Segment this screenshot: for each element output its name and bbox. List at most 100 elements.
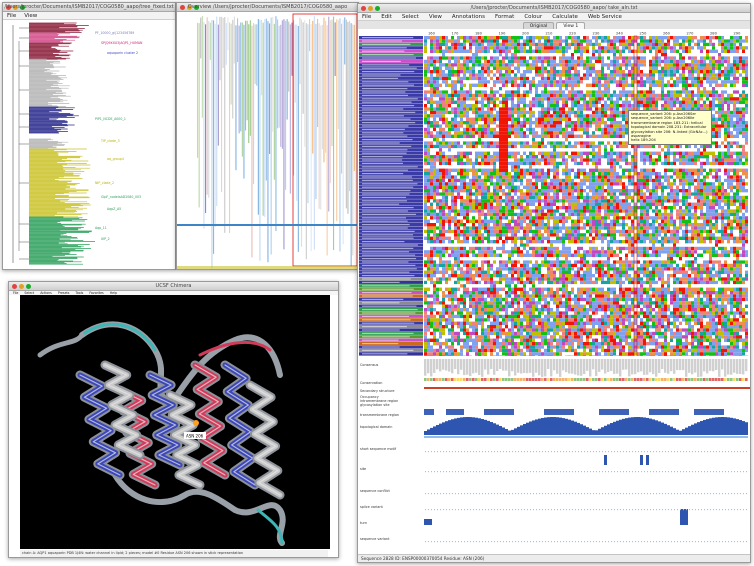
residue-cell[interactable] bbox=[424, 134, 427, 138]
residue-cell[interactable] bbox=[676, 87, 679, 91]
residue-cell[interactable] bbox=[463, 117, 466, 121]
residue-cell[interactable] bbox=[694, 63, 697, 67]
residue-cell[interactable] bbox=[709, 66, 712, 70]
residue-cell[interactable] bbox=[721, 114, 724, 118]
residue-cell[interactable] bbox=[736, 148, 739, 152]
residue-cell[interactable] bbox=[538, 93, 541, 98]
residue-cell[interactable] bbox=[727, 121, 730, 125]
residue-cell[interactable] bbox=[436, 80, 439, 84]
residue-cell[interactable] bbox=[493, 141, 496, 145]
residue-cell[interactable] bbox=[499, 49, 502, 53]
residue-cell[interactable] bbox=[619, 93, 622, 98]
residue-cell[interactable] bbox=[658, 66, 661, 70]
residue-cell[interactable] bbox=[715, 76, 718, 81]
residue-cell[interactable] bbox=[742, 83, 745, 87]
residue-cell[interactable] bbox=[556, 49, 559, 53]
residue-cell[interactable] bbox=[529, 97, 532, 101]
residue-cell[interactable] bbox=[490, 110, 493, 115]
residue-cell[interactable] bbox=[730, 59, 733, 64]
residue-cell[interactable] bbox=[664, 49, 667, 53]
residue-cell[interactable] bbox=[586, 168, 589, 172]
residue-cell[interactable] bbox=[442, 80, 445, 84]
residue-cell[interactable] bbox=[520, 97, 523, 101]
residue-cell[interactable] bbox=[679, 93, 682, 98]
residue-cell[interactable] bbox=[694, 158, 697, 162]
residue-cell[interactable] bbox=[610, 165, 613, 169]
residue-cell[interactable] bbox=[445, 97, 448, 101]
residue-cell[interactable] bbox=[535, 114, 538, 118]
residue-cell[interactable] bbox=[607, 49, 610, 53]
residue-cell[interactable] bbox=[526, 100, 529, 104]
residue-cell[interactable] bbox=[430, 114, 433, 118]
residue-cell[interactable] bbox=[595, 168, 598, 172]
residue-cell[interactable] bbox=[703, 161, 706, 166]
residue-cell[interactable] bbox=[676, 39, 679, 43]
residue-cell[interactable] bbox=[502, 42, 505, 47]
residue-cell[interactable] bbox=[565, 168, 568, 172]
residue-cell[interactable] bbox=[622, 158, 625, 162]
residue-cell[interactable] bbox=[577, 144, 580, 149]
residue-cell[interactable] bbox=[664, 73, 667, 77]
residue-cell[interactable] bbox=[541, 93, 544, 98]
residue-cell[interactable] bbox=[505, 97, 508, 101]
residue-cell[interactable] bbox=[712, 104, 715, 108]
residue-cell[interactable] bbox=[571, 83, 574, 87]
residue-cell[interactable] bbox=[592, 121, 595, 125]
residue-cell[interactable] bbox=[526, 144, 529, 149]
residue-cell[interactable] bbox=[490, 148, 493, 152]
residue-cell[interactable] bbox=[712, 93, 715, 98]
residue-cell[interactable] bbox=[535, 59, 538, 64]
residue-cell[interactable] bbox=[619, 46, 622, 50]
residue-cell[interactable] bbox=[463, 59, 466, 64]
residue-cell[interactable] bbox=[589, 90, 592, 94]
residue-cell[interactable] bbox=[451, 121, 454, 125]
residue-cell[interactable] bbox=[475, 100, 478, 104]
residue-cell[interactable] bbox=[616, 87, 619, 91]
residue-cell[interactable] bbox=[475, 63, 478, 67]
residue-cell[interactable] bbox=[532, 161, 535, 166]
residue-cell[interactable] bbox=[688, 46, 691, 50]
residue-cell[interactable] bbox=[475, 144, 478, 149]
residue-cell[interactable] bbox=[619, 127, 622, 132]
residue-cell[interactable] bbox=[724, 161, 727, 166]
residue-cell[interactable] bbox=[505, 121, 508, 125]
residue-cell[interactable] bbox=[571, 76, 574, 81]
residue-cell[interactable] bbox=[673, 83, 676, 87]
residue-cell[interactable] bbox=[556, 53, 559, 57]
residue-cell[interactable] bbox=[427, 100, 430, 104]
residue-cell[interactable] bbox=[586, 161, 589, 166]
residue-cell[interactable] bbox=[655, 165, 658, 169]
residue-cell[interactable] bbox=[643, 97, 646, 101]
residue-cell[interactable] bbox=[664, 148, 667, 152]
residue-cell[interactable] bbox=[709, 97, 712, 101]
residue-cell[interactable] bbox=[481, 83, 484, 87]
residue-cell[interactable] bbox=[721, 73, 724, 77]
residue-cell[interactable] bbox=[535, 131, 538, 135]
residue-cell[interactable] bbox=[583, 148, 586, 152]
residue-cell[interactable] bbox=[604, 76, 607, 81]
residue-cell[interactable] bbox=[523, 66, 526, 70]
residue-cell[interactable] bbox=[562, 66, 565, 70]
residue-cell[interactable] bbox=[736, 134, 739, 138]
residue-cell[interactable] bbox=[643, 59, 646, 64]
residue-cell[interactable] bbox=[487, 138, 490, 142]
residue-cell[interactable] bbox=[538, 117, 541, 121]
residue-cell[interactable] bbox=[646, 104, 649, 108]
residue-cell[interactable] bbox=[445, 168, 448, 172]
residue-cell[interactable] bbox=[712, 141, 715, 145]
residue-cell[interactable] bbox=[565, 110, 568, 115]
residue-cell[interactable] bbox=[673, 59, 676, 64]
residue-cell[interactable] bbox=[568, 151, 571, 155]
residue-cell[interactable] bbox=[607, 134, 610, 138]
residue-cell[interactable] bbox=[520, 168, 523, 172]
residue-cell[interactable] bbox=[481, 134, 484, 138]
residue-cell[interactable] bbox=[544, 39, 547, 43]
residue-cell[interactable] bbox=[613, 107, 616, 111]
residue-cell[interactable] bbox=[442, 87, 445, 91]
residue-cell[interactable] bbox=[439, 46, 442, 50]
residue-cell[interactable] bbox=[691, 100, 694, 104]
residue-cell[interactable] bbox=[487, 53, 490, 57]
residue-cell[interactable] bbox=[487, 165, 490, 169]
tree-clade-label[interactable]: PF_10000_gi|123456789 bbox=[95, 31, 134, 35]
residue-cell[interactable] bbox=[445, 141, 448, 145]
